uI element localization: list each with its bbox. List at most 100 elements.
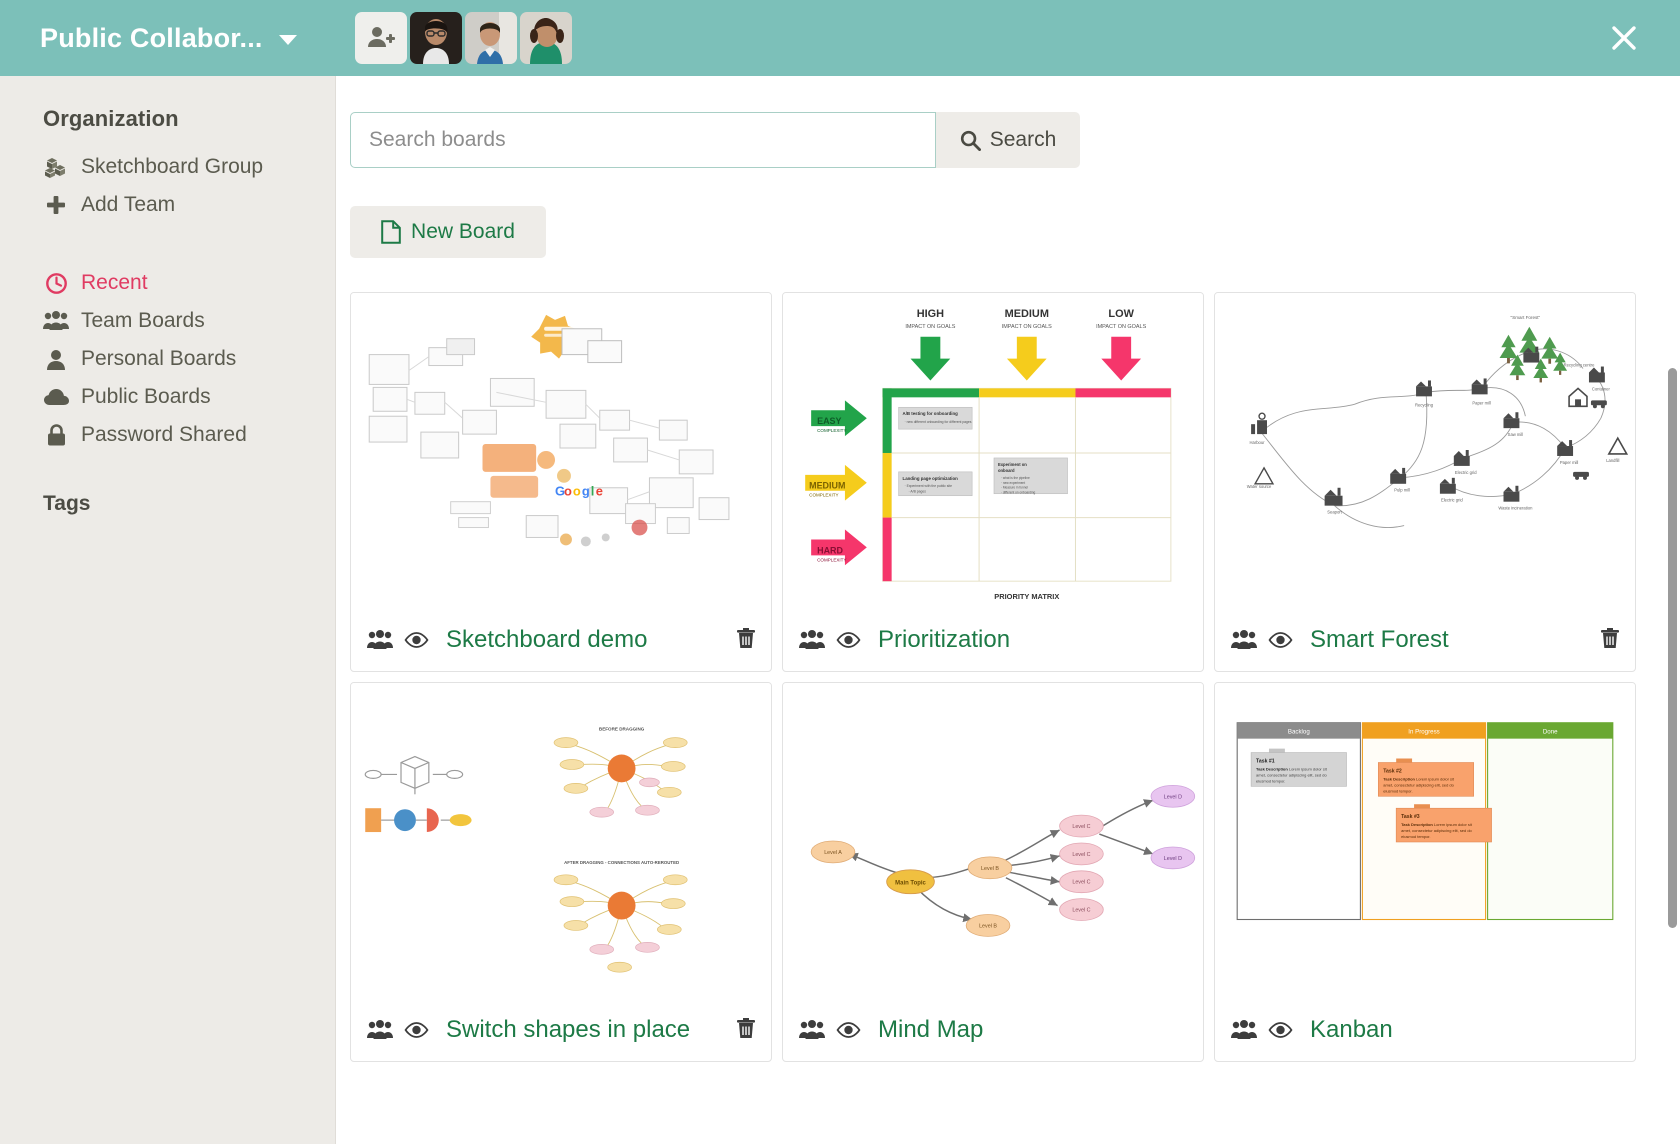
mind-map-art: Main Topic Level A Level B Level B Level…: [810, 784, 1196, 937]
eye-icon[interactable]: [836, 632, 861, 648]
board-card[interactable]: Backlog In Progress Done Task #1 Task De…: [1214, 682, 1636, 1062]
svg-text:Level B: Level B: [979, 923, 997, 929]
sidebar-item-label: Public Boards: [81, 385, 211, 408]
trash-icon: [737, 1017, 755, 1038]
svg-text:amet, consectetur adipiscing e: amet, consectetur adipiscing elit, sed d…: [1383, 782, 1454, 787]
user-avatar-1-image: [409, 12, 462, 64]
board-thumbnail-switch-shapes[interactable]: BEFORE DRAGGING AFTER DRAGGING - CONNECT…: [351, 683, 771, 999]
sidebar-item-team-boards[interactable]: Team Boards: [0, 302, 335, 340]
svg-text:Recycling: Recycling: [1415, 402, 1434, 407]
scrollbar-thumb[interactable]: [1668, 368, 1677, 928]
svg-text:Level C: Level C: [1072, 824, 1090, 830]
svg-text:Container: Container: [1592, 386, 1611, 391]
svg-text:Paper mill: Paper mill: [1472, 400, 1491, 405]
svg-text:· new experiment: · new experiment: [1001, 481, 1025, 485]
avatar[interactable]: [519, 12, 572, 64]
board-thumbnail-sketchboard-demo[interactable]: G o o g l e: [351, 293, 771, 609]
search-icon: [960, 130, 981, 151]
svg-text:· new different onboarding for: · new different onboarding for different…: [905, 420, 972, 424]
board-thumbnail-kanban[interactable]: Backlog In Progress Done Task #1 Task De…: [1215, 683, 1635, 999]
svg-text:Task #2: Task #2: [1383, 768, 1402, 774]
eye-icon[interactable]: [1268, 632, 1293, 648]
search-button[interactable]: Search: [936, 112, 1080, 168]
user-avatar-2-image: [464, 12, 517, 64]
sidebar: Organization Sketchboard Group Add Team …: [0, 76, 336, 1144]
sidebar-item-personal-boards[interactable]: Personal Boards: [0, 340, 335, 378]
svg-text:BEFORE DRAGGING: BEFORE DRAGGING: [599, 727, 645, 732]
svg-text:In Progress: In Progress: [1408, 729, 1439, 736]
chevron-down-icon[interactable]: [278, 35, 297, 45]
close-button[interactable]: [1602, 16, 1646, 60]
svg-text:Waste incineration: Waste incineration: [1498, 506, 1533, 511]
board-card[interactable]: BEFORE DRAGGING AFTER DRAGGING - CONNECT…: [350, 682, 772, 1062]
board-card[interactable]: G o o g l e Sketchboard demo: [350, 292, 772, 672]
sidebar-item-sketchboard-group[interactable]: Sketchboard Group: [0, 148, 335, 186]
users-icon: [799, 1020, 825, 1040]
sidebar-item-label: Sketchboard Group: [81, 155, 264, 178]
svg-text:· Experiment with the public s: · Experiment with the public site: [905, 484, 953, 488]
svg-text:IMPACT ON GOALS: IMPACT ON GOALS: [1002, 324, 1052, 330]
kanban-board-art: Backlog In Progress Done Task #1 Task De…: [1236, 722, 1614, 921]
delete-board-button[interactable]: [735, 626, 757, 655]
sidebar-item-label: Password Shared: [81, 423, 247, 446]
svg-text:Pulp mill: Pulp mill: [1394, 488, 1410, 493]
clock-icon: [43, 272, 69, 295]
delete-board-button[interactable]: [1599, 626, 1621, 655]
svg-text:Electric grid: Electric grid: [1455, 470, 1477, 475]
svg-text:A/B testing for onboarding: A/B testing for onboarding: [903, 411, 959, 416]
eye-icon[interactable]: [404, 632, 429, 648]
boards-grid: G o o g l e Sketchboard demo HIGH IMPACT…: [350, 292, 1640, 1062]
sidebar-item-label: Personal Boards: [81, 347, 237, 370]
avatar[interactable]: [464, 12, 517, 64]
svg-text:eiusmod tempor.: eiusmod tempor.: [1401, 834, 1430, 839]
svg-text:onboard: onboard: [998, 468, 1015, 473]
delete-board-button[interactable]: [735, 1016, 757, 1045]
board-thumbnail-mind-map[interactable]: Main Topic Level A Level B Level B Level…: [783, 683, 1203, 999]
svg-text:"Smart Forest": "Smart Forest": [1511, 315, 1541, 320]
trash-icon: [737, 627, 755, 648]
svg-text:eiusmod tempor.: eiusmod tempor.: [1256, 778, 1285, 783]
svg-text:IMPACT ON GOALS: IMPACT ON GOALS: [1096, 324, 1146, 330]
tags-heading: Tags: [43, 492, 91, 515]
svg-text:IMPACT ON GOALS: IMPACT ON GOALS: [905, 324, 955, 330]
board-title[interactable]: Smart Forest: [1310, 626, 1588, 654]
new-board-button[interactable]: New Board: [350, 206, 546, 258]
sidebar-item-label: Team Boards: [81, 309, 205, 332]
svg-text:Level A: Level A: [824, 850, 842, 856]
svg-text:Level D: Level D: [1164, 856, 1182, 862]
sidebar-item-add-team[interactable]: Add Team: [0, 186, 335, 224]
user-avatar-3-image: [519, 12, 572, 64]
eye-icon[interactable]: [404, 1022, 429, 1038]
sidebar-item-public-boards[interactable]: Public Boards: [0, 378, 335, 416]
board-title[interactable]: Sketchboard demo: [446, 626, 724, 654]
avatar[interactable]: [409, 12, 462, 64]
sidebar-item-password-shared[interactable]: Password Shared: [0, 416, 335, 454]
svg-text:Experiment on: Experiment on: [998, 462, 1027, 467]
board-title[interactable]: Kanban: [1310, 1016, 1621, 1044]
board-title[interactable]: Prioritization: [878, 626, 1189, 654]
svg-text:Harbour: Harbour: [1250, 440, 1266, 445]
eye-icon[interactable]: [1268, 1022, 1293, 1038]
board-title[interactable]: Switch shapes in place: [446, 1016, 724, 1044]
eye-icon[interactable]: [836, 1022, 861, 1038]
svg-text:Electric grid: Electric grid: [1441, 498, 1463, 503]
svg-text:amet, consectetur adipiscing e: amet, consectetur adipiscing elit, sed d…: [1401, 828, 1472, 833]
add-user-button[interactable]: [354, 12, 407, 64]
board-card[interactable]: "Smart Forest" Harbour Seaport Recycling…: [1214, 292, 1636, 672]
board-title[interactable]: Mind Map: [878, 1016, 1189, 1044]
svg-text:Paper mill: Paper mill: [1560, 460, 1579, 465]
board-card-footer: Mind Map: [783, 999, 1203, 1061]
svg-text:Task Description Lorem ipsum d: Task Description Lorem ipsum dolor sit: [1383, 776, 1455, 781]
svg-text:Level B: Level B: [981, 866, 999, 872]
board-card[interactable]: Main Topic Level A Level B Level B Level…: [782, 682, 1204, 1062]
svg-text:o: o: [573, 484, 581, 499]
board-thumbnail-smart-forest[interactable]: "Smart Forest" Harbour Seaport Recycling…: [1215, 293, 1635, 609]
board-card[interactable]: HIGH IMPACT ON GOALS MEDIUM IMPACT ON GO…: [782, 292, 1204, 672]
svg-text:PRIORITY MATRIX: PRIORITY MATRIX: [994, 592, 1059, 601]
search-input[interactable]: [350, 112, 936, 168]
sidebar-item-recent[interactable]: Recent: [0, 264, 335, 302]
workspace-selector[interactable]: Public Collabor...: [40, 23, 297, 54]
workspace-title: Public Collabor...: [40, 22, 263, 53]
board-thumbnail-prioritization[interactable]: HIGH IMPACT ON GOALS MEDIUM IMPACT ON GO…: [783, 293, 1203, 609]
